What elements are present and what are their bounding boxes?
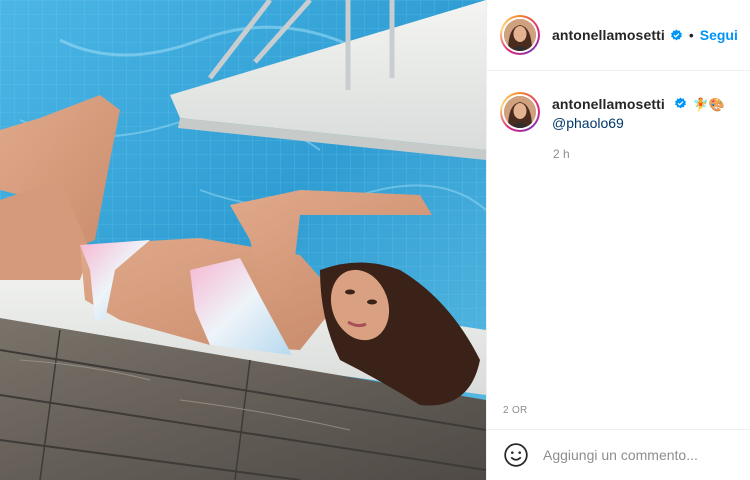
caption-text: antonellamosetti 🧚🎨 @phaolo69 [552, 95, 725, 132]
add-comment-bar [487, 429, 750, 480]
profile-picture-icon [504, 96, 536, 128]
verified-badge-icon [674, 97, 686, 109]
caption-comment: antonellamosetti 🧚🎨 @phaolo69 [500, 92, 740, 132]
caption-mention-link[interactable]: @phaolo69 [552, 115, 624, 131]
post-photo[interactable] [0, 0, 486, 480]
profile-picture-icon [504, 19, 536, 51]
caption-time-ago[interactable]: 2 h [553, 147, 570, 161]
avatar-border [502, 17, 538, 53]
header-username[interactable]: antonellamosetti [552, 27, 665, 43]
follow-button[interactable]: Segui [700, 27, 738, 43]
caption-avatar-border [502, 94, 538, 130]
photo-illustration [0, 0, 486, 480]
comment-input[interactable] [543, 447, 733, 463]
caption-avatar[interactable] [500, 92, 540, 132]
caption-emojis: 🧚🎨 [692, 97, 725, 112]
verified-badge-icon [670, 29, 682, 40]
avatar[interactable] [500, 15, 540, 55]
header-separator: • [688, 27, 694, 43]
post-date[interactable]: 2 OR [503, 405, 528, 416]
caption-avatar-image [504, 96, 536, 128]
post-side-panel: antonellamosetti • Segui antonellamosett… [486, 0, 750, 480]
avatar-image [504, 19, 536, 51]
emoji-smile-icon[interactable] [503, 442, 529, 468]
caption-username[interactable]: antonellamosetti [552, 96, 665, 112]
post-header: antonellamosetti • Segui [487, 0, 750, 71]
